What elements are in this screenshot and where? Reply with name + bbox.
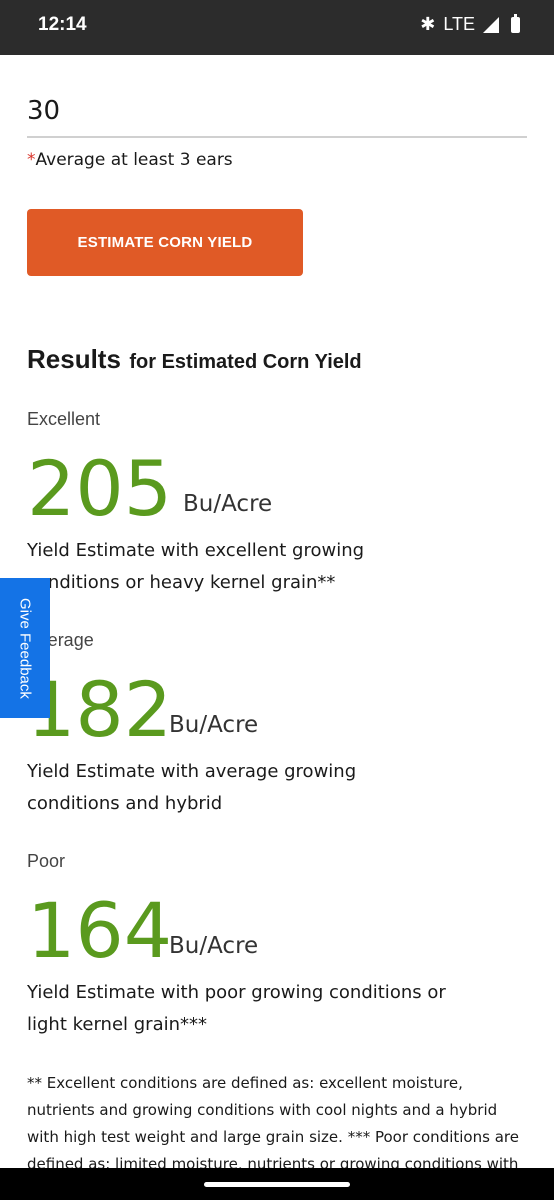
status-bar: 12:14 ✱ LTE [0,0,554,55]
excellent-yield-unit: Bu/Acre [183,491,273,517]
ears-count-input[interactable] [27,86,527,138]
give-feedback-tab[interactable]: Give Feedback [0,578,50,718]
status-icons: ✱ LTE [420,13,520,35]
average-yield-description: Yield Estimate with average growing cond… [27,761,357,814]
signal-icon [483,16,499,33]
home-gesture-handle[interactable] [204,1182,350,1187]
battery-icon [511,13,520,33]
navigation-bar [0,1168,554,1200]
poor-label: Poor [27,851,66,871]
status-time: 12:14 [38,14,87,35]
required-asterisk: * [27,150,36,170]
ears-hint-text: Average at least 3 ears [35,150,233,170]
poor-yield-value: 164 [27,886,173,975]
give-feedback-label: Give Feedback [16,597,34,699]
bluetooth-icon: ✱ [420,14,436,34]
results-subtitle: for Estimated Corn Yield [129,351,362,373]
estimate-corn-yield-button[interactable]: ESTIMATE CORN YIELD [27,209,303,276]
network-label: LTE [443,14,475,34]
excellent-yield-value: 205 [27,444,173,533]
excellent-yield-description: Yield Estimate with excellent growing co… [27,540,365,593]
results-title: Results [27,344,121,374]
ears-hint: *Average at least 3 ears [27,150,233,170]
excellent-label: Excellent [27,409,101,429]
poor-yield-unit: Bu/Acre [169,933,259,959]
results-heading: Results for Estimated Corn Yield [27,344,362,375]
average-yield-unit: Bu/Acre [169,712,259,738]
poor-yield-description: Yield Estimate with poor growing conditi… [27,982,446,1035]
conditions-footnote: ** Excellent conditions are defined as: … [27,1074,519,1173]
